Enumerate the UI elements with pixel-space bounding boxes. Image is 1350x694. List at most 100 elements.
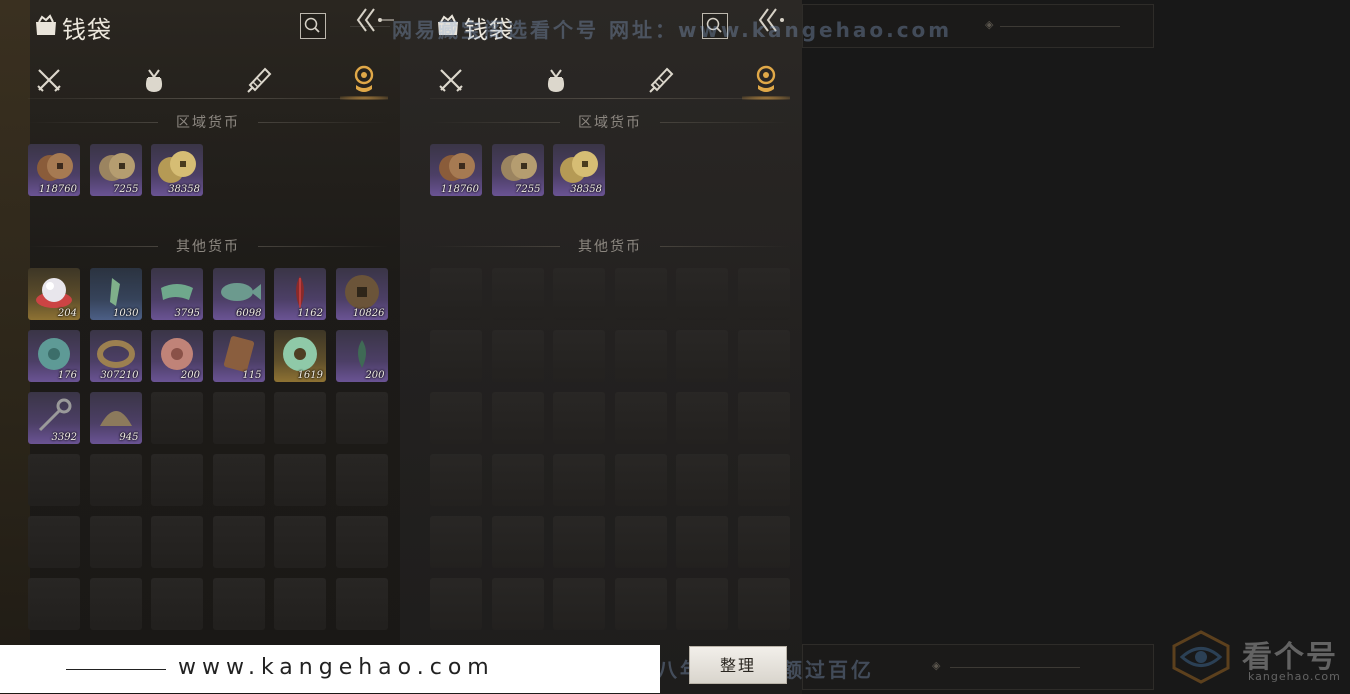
currency-slot[interactable]: 1030	[89, 268, 142, 320]
tab-pouch[interactable]	[535, 60, 577, 100]
currency-slot[interactable]: 10826	[335, 268, 388, 320]
empty-slot[interactable]	[151, 516, 203, 568]
sort-button[interactable]: 整理	[689, 646, 787, 684]
currency-slot[interactable]: 118760	[28, 144, 80, 196]
empty-slot[interactable]	[89, 578, 142, 630]
empty-slot[interactable]	[614, 454, 667, 506]
empty-slot[interactable]	[491, 268, 544, 320]
empty-slot[interactable]	[614, 392, 667, 444]
empty-slot[interactable]	[151, 578, 203, 630]
empty-slot[interactable]	[737, 268, 790, 320]
empty-slot[interactable]	[151, 392, 203, 444]
section-line	[430, 246, 560, 247]
empty-slot[interactable]	[430, 578, 482, 630]
empty-slot[interactable]	[430, 454, 482, 506]
empty-slot[interactable]	[676, 516, 728, 568]
currency-slot[interactable]: 945	[89, 392, 142, 444]
empty-slot[interactable]	[737, 516, 790, 568]
currency-slot[interactable]: 6098	[212, 268, 265, 320]
empty-slot[interactable]	[553, 392, 605, 444]
top-ornament-icon: ◈	[985, 18, 994, 31]
page-title: 钱袋	[62, 16, 112, 44]
empty-slot[interactable]	[335, 454, 388, 506]
currency-slot[interactable]: 7255	[491, 144, 544, 196]
empty-slot[interactable]	[212, 454, 265, 506]
empty-slot[interactable]	[553, 454, 605, 506]
currency-slot[interactable]: 7255	[89, 144, 142, 196]
empty-slot[interactable]	[274, 392, 326, 444]
empty-slot[interactable]	[212, 516, 265, 568]
empty-slot[interactable]	[737, 330, 790, 382]
empty-slot[interactable]	[89, 516, 142, 568]
section-line	[258, 246, 388, 247]
search-button[interactable]	[300, 13, 326, 39]
currency-slot[interactable]: 176	[28, 330, 80, 382]
empty-slot[interactable]	[28, 516, 80, 568]
scroll-icon	[247, 67, 272, 93]
currency-slot[interactable]: 115	[212, 330, 265, 382]
tab-currency[interactable]	[745, 60, 787, 100]
tab-scrolls[interactable]	[640, 60, 682, 100]
empty-slot[interactable]	[676, 392, 728, 444]
tab-pouch[interactable]	[133, 60, 175, 100]
empty-slot[interactable]	[737, 392, 790, 444]
empty-slot[interactable]	[274, 516, 326, 568]
tab-currency[interactable]	[343, 60, 385, 100]
currency-slot[interactable]: 204	[28, 268, 80, 320]
empty-slot[interactable]	[614, 268, 667, 320]
empty-slot[interactable]	[212, 578, 265, 630]
empty-slot[interactable]	[430, 392, 482, 444]
empty-slot[interactable]	[335, 392, 388, 444]
pouch-icon	[145, 69, 163, 92]
currency-slot[interactable]: 3392	[28, 392, 80, 444]
empty-slot[interactable]	[89, 454, 142, 506]
currency-slot[interactable]: 1162	[274, 268, 326, 320]
empty-slot[interactable]	[676, 578, 728, 630]
tab-weapons[interactable]	[28, 60, 70, 100]
empty-slot[interactable]	[737, 578, 790, 630]
empty-slot[interactable]	[614, 516, 667, 568]
currency-slot[interactable]: 307210	[89, 330, 142, 382]
empty-slot[interactable]	[491, 578, 544, 630]
empty-slot[interactable]	[491, 454, 544, 506]
item-quantity: 7255	[515, 184, 541, 195]
tab-weapons[interactable]	[430, 60, 472, 100]
empty-slot[interactable]	[491, 330, 544, 382]
empty-slot[interactable]	[676, 268, 728, 320]
tab-scrolls[interactable]	[238, 60, 280, 100]
empty-slot[interactable]	[430, 268, 482, 320]
empty-slot[interactable]	[151, 454, 203, 506]
currency-slot[interactable]: 1619	[274, 330, 326, 382]
empty-slot[interactable]	[430, 330, 482, 382]
currency-slot[interactable]: 3795	[151, 268, 203, 320]
empty-slot[interactable]	[430, 516, 482, 568]
currency-slot[interactable]: 200	[151, 330, 203, 382]
empty-slot[interactable]	[335, 516, 388, 568]
empty-slot[interactable]	[553, 516, 605, 568]
empty-slot[interactable]	[676, 454, 728, 506]
empty-slot[interactable]	[614, 330, 667, 382]
empty-slot[interactable]	[614, 578, 667, 630]
empty-slot[interactable]	[737, 454, 790, 506]
section-line	[660, 122, 790, 123]
currency-slot[interactable]: 38358	[151, 144, 203, 196]
empty-slot[interactable]	[212, 392, 265, 444]
banner-url: www.kangehao.com	[178, 655, 495, 680]
empty-slot[interactable]	[274, 454, 326, 506]
currency-slot[interactable]: 118760	[430, 144, 482, 196]
empty-slot[interactable]	[491, 516, 544, 568]
green-cloth-icon	[161, 284, 193, 300]
empty-slot[interactable]	[28, 578, 80, 630]
empty-slot[interactable]	[553, 578, 605, 630]
currency-slot[interactable]: 38358	[553, 144, 605, 196]
empty-slot[interactable]	[491, 392, 544, 444]
collapse-button[interactable]	[354, 5, 394, 35]
empty-slot[interactable]	[28, 454, 80, 506]
empty-slot[interactable]	[553, 330, 605, 382]
empty-slot[interactable]	[676, 330, 728, 382]
section-title: 其他货币	[176, 239, 240, 255]
currency-slot[interactable]: 200	[335, 330, 388, 382]
empty-slot[interactable]	[553, 268, 605, 320]
empty-slot[interactable]	[274, 578, 326, 630]
empty-slot[interactable]	[335, 578, 388, 630]
